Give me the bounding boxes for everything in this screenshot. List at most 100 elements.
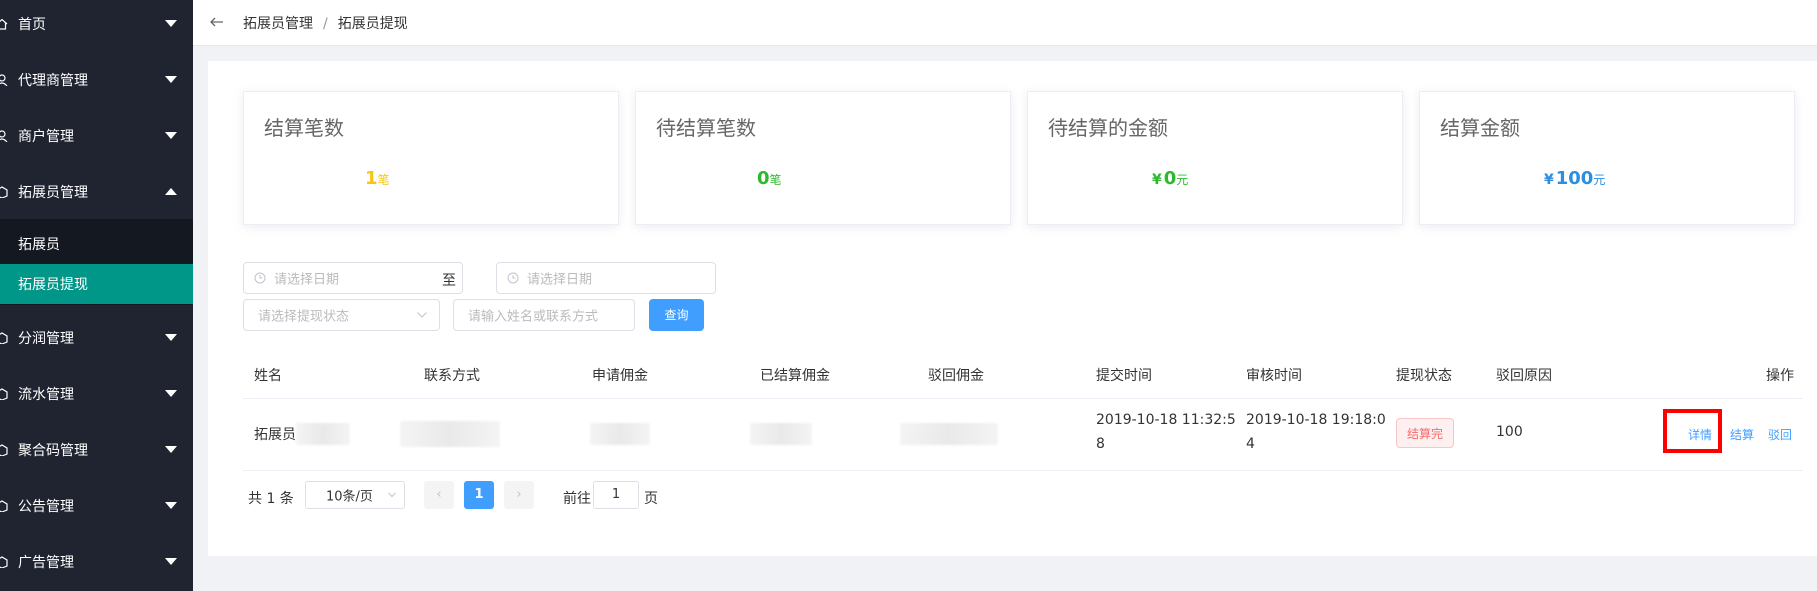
- caret-down-icon: [165, 76, 177, 83]
- chevron-down-icon: [417, 312, 427, 318]
- sidebar-item-home[interactable]: 首页: [0, 0, 193, 52]
- cell-name: 拓展员: [254, 427, 296, 443]
- sidebar-item-notice[interactable]: 公告管理: [0, 478, 193, 534]
- redacted-name: [296, 423, 350, 445]
- breadcrumb-item-expander[interactable]: 拓展员管理: [243, 16, 313, 32]
- sidebar-subitem-withdrawal[interactable]: 拓展员提现: [0, 264, 193, 304]
- redacted-settled-commission: [750, 423, 812, 445]
- reject-link[interactable]: 驳回: [1768, 426, 1792, 443]
- page-size-value: 10条/页: [326, 489, 373, 505]
- cell-submit-time-line1: 2019-10-18 11:32:5: [1096, 412, 1236, 428]
- placeholder: 请选择提现状态: [258, 309, 350, 325]
- date-end-input[interactable]: 请选择日期: [496, 262, 716, 294]
- column-header-submit-time: 提交时间: [1096, 368, 1152, 384]
- breadcrumb-separator: /: [323, 16, 328, 32]
- goto-label: 前往: [563, 491, 591, 507]
- stat-value: ¥100元: [1544, 168, 1606, 189]
- query-button[interactable]: 查询: [649, 299, 704, 331]
- column-header-reject-reason: 驳回原因: [1496, 368, 1552, 384]
- stat-title: 待结算的金额: [1048, 116, 1168, 140]
- column-header-actions: 操作: [1766, 368, 1794, 384]
- caret-down-icon: [165, 558, 177, 565]
- home-icon: [0, 18, 8, 30]
- page-suffix: 页: [644, 491, 658, 507]
- sidebar-item-label: 拓展员管理: [18, 185, 88, 201]
- column-header-name: 姓名: [254, 368, 282, 384]
- column-header-contact: 联系方式: [424, 368, 480, 384]
- placeholder: 请选择日期: [527, 272, 593, 288]
- sidebar-item-ads[interactable]: 广告管理: [0, 534, 193, 590]
- breadcrumb: 拓展员管理 / 拓展员提现: [243, 13, 408, 33]
- prev-page-button[interactable]: ‹: [424, 481, 454, 509]
- sidebar-subitem-expander[interactable]: 拓展员: [0, 224, 193, 264]
- box-icon: [0, 556, 8, 568]
- sidebar: 首页 代理商管理 商户管理 拓展员管理 拓展员 拓展员提现 分润管理 流水管理 …: [0, 0, 193, 591]
- cell-review-time-line2: 4: [1246, 436, 1255, 452]
- caret-down-icon: [165, 334, 177, 341]
- status-badge: 结算完: [1396, 418, 1454, 448]
- caret-down-icon: [165, 20, 177, 27]
- top-bar: 拓展员管理 / 拓展员提现: [193, 0, 1817, 46]
- stat-value: 1笔: [365, 168, 390, 189]
- sidebar-item-label: 公告管理: [18, 499, 74, 515]
- column-header-settled-commission: 已结算佣金: [760, 368, 830, 384]
- breadcrumb-item-withdrawal: 拓展员提现: [337, 16, 408, 32]
- stat-title: 结算笔数: [264, 116, 344, 140]
- sidebar-item-flow[interactable]: 流水管理: [0, 366, 193, 422]
- stat-value: 0笔: [757, 168, 782, 189]
- stat-card-settled-count: 结算笔数 1笔: [243, 91, 619, 225]
- placeholder: 请选择日期: [274, 272, 340, 288]
- sidebar-item-label: 商户管理: [18, 129, 74, 145]
- table-row-divider: [243, 470, 1803, 471]
- sidebar-item-expander[interactable]: 拓展员管理: [0, 164, 193, 220]
- redacted-contact: [400, 421, 500, 447]
- clock-icon: [507, 272, 519, 284]
- stat-card-pending-count: 待结算笔数 0笔: [635, 91, 1011, 225]
- sidebar-subitem-label: 拓展员: [18, 237, 60, 253]
- caret-up-icon: [165, 188, 177, 195]
- date-range-separator: 至: [442, 273, 456, 289]
- sidebar-item-label: 首页: [18, 17, 46, 33]
- page-size-select[interactable]: 10条/页: [305, 481, 405, 509]
- highlight-box: [1663, 409, 1722, 453]
- date-start-input[interactable]: 请选择日期: [243, 262, 463, 294]
- table-header-divider: [243, 398, 1803, 399]
- keyword-input[interactable]: 请输入姓名或联系方式: [453, 299, 635, 331]
- user-icon: [0, 130, 8, 142]
- settle-link[interactable]: 结算: [1730, 426, 1754, 443]
- caret-down-icon: [165, 132, 177, 139]
- column-header-applied-commission: 申请佣金: [592, 368, 648, 384]
- sidebar-subitem-label: 拓展员提现: [18, 277, 88, 293]
- sidebar-item-agent[interactable]: 代理商管理: [0, 52, 193, 108]
- box-icon: [0, 186, 8, 198]
- caret-down-icon: [165, 446, 177, 453]
- stat-value: ¥0元: [1152, 168, 1189, 189]
- sidebar-item-label: 广告管理: [18, 555, 74, 571]
- stat-card-pending-amount: 待结算的金额 ¥0元: [1027, 91, 1403, 225]
- goto-page-input[interactable]: 1: [593, 481, 639, 509]
- sidebar-item-label: 流水管理: [18, 387, 74, 403]
- cell-submit-time-line2: 8: [1096, 436, 1105, 452]
- stat-title: 结算金额: [1440, 116, 1520, 140]
- sidebar-item-merchant[interactable]: 商户管理: [0, 108, 193, 164]
- chevron-down-icon: [388, 492, 396, 498]
- page-button-current[interactable]: 1: [464, 481, 494, 509]
- cell-reject-reason: 100: [1496, 424, 1523, 440]
- sidebar-item-label: 聚合码管理: [18, 443, 88, 459]
- box-icon: [0, 388, 8, 400]
- status-select[interactable]: 请选择提现状态: [243, 299, 440, 331]
- column-header-review-time: 审核时间: [1246, 368, 1302, 384]
- sidebar-item-qrcode[interactable]: 聚合码管理: [0, 422, 193, 478]
- box-icon: [0, 444, 8, 456]
- back-arrow-icon[interactable]: [209, 14, 225, 30]
- caret-down-icon: [165, 390, 177, 397]
- stat-title: 待结算笔数: [656, 116, 756, 140]
- caret-down-icon: [165, 502, 177, 509]
- sidebar-item-label: 分润管理: [18, 331, 74, 347]
- redacted-rejected-commission: [900, 423, 998, 445]
- column-header-rejected-commission: 驳回佣金: [928, 368, 984, 384]
- sidebar-item-profit[interactable]: 分润管理: [0, 310, 193, 366]
- sidebar-item-label: 代理商管理: [18, 73, 88, 89]
- next-page-button[interactable]: ›: [504, 481, 534, 509]
- box-icon: [0, 500, 8, 512]
